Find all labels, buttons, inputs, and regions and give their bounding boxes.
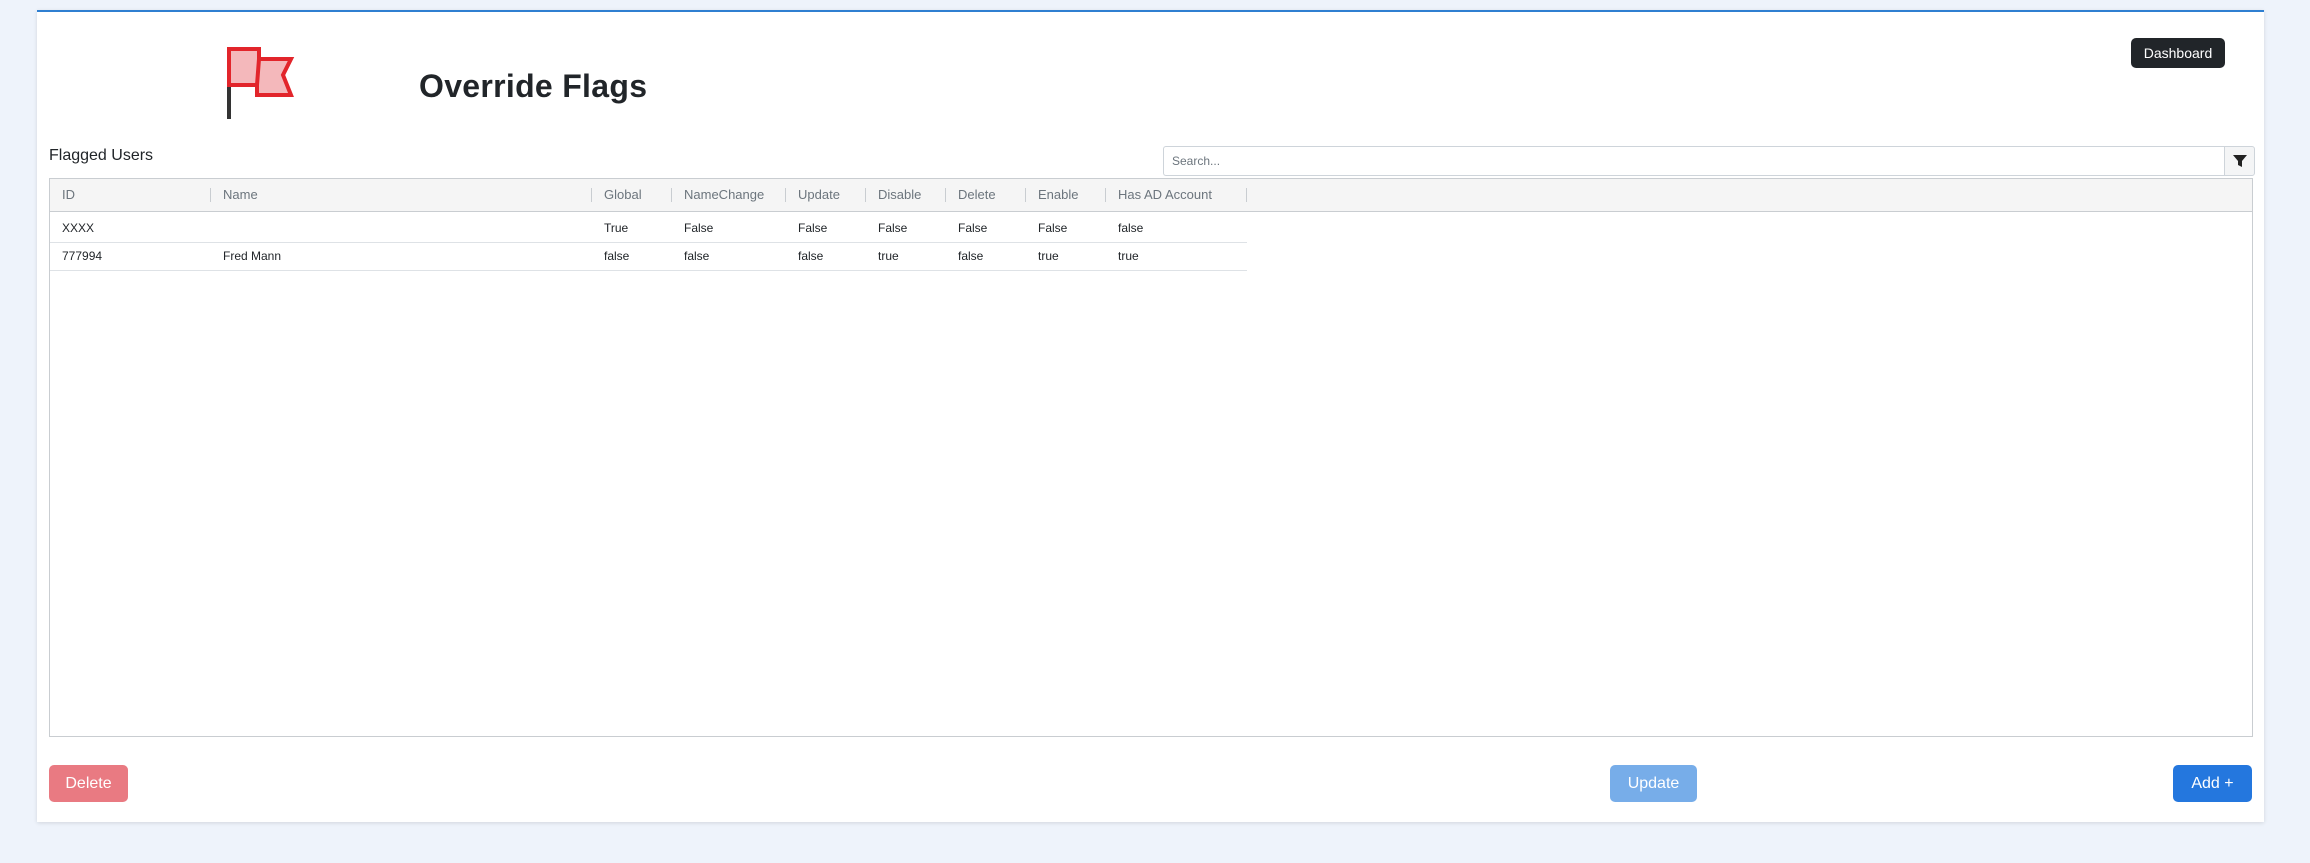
cell-has-ad-account: true <box>1118 249 1139 263</box>
flagged-users-table: ID Name Global NameChange Update Disable… <box>49 178 2253 737</box>
cell-enable: true <box>1038 249 1059 263</box>
table-header: ID Name Global NameChange Update Disable… <box>50 179 2252 212</box>
search-input[interactable] <box>1163 146 2224 176</box>
cell-disable: False <box>878 221 908 235</box>
column-header-global[interactable]: Global <box>592 179 672 211</box>
cell-disable: true <box>878 249 899 263</box>
table-row[interactable]: 777994 Fred Mann false false false true … <box>50 243 1247 271</box>
add-button[interactable]: Add + <box>2173 765 2252 802</box>
column-header-name[interactable]: Name <box>211 179 592 211</box>
filter-icon <box>2232 155 2247 167</box>
column-header-update[interactable]: Update <box>786 179 866 211</box>
column-header-has-ad-account[interactable]: Has AD Account <box>1106 179 1247 211</box>
delete-button[interactable]: Delete <box>49 765 128 802</box>
cell-name <box>211 215 592 242</box>
table-body: XXXX True False False False False False … <box>50 215 2252 271</box>
section-label: Flagged Users <box>49 147 154 164</box>
column-header-enable[interactable]: Enable <box>1026 179 1106 211</box>
cell-global: True <box>604 221 629 235</box>
column-header-id[interactable]: ID <box>50 179 211 211</box>
dashboard-button[interactable]: Dashboard <box>2131 38 2225 68</box>
cell-name: Fred Mann <box>223 249 282 263</box>
filter-button[interactable] <box>2224 146 2255 176</box>
cell-id: 777994 <box>62 249 103 263</box>
cell-has-ad-account: false <box>1118 221 1144 235</box>
cell-id: XXXX <box>62 221 95 235</box>
page-title: Override Flags <box>419 68 648 104</box>
flag-icon <box>227 47 295 119</box>
update-button[interactable]: Update <box>1610 765 1697 802</box>
cell-enable: False <box>1038 221 1068 235</box>
column-header-disable[interactable]: Disable <box>866 179 946 211</box>
cell-update: false <box>798 249 824 263</box>
column-header-namechange[interactable]: NameChange <box>672 179 786 211</box>
cell-namechange: False <box>684 221 714 235</box>
column-header-delete[interactable]: Delete <box>946 179 1026 211</box>
table-row[interactable]: XXXX True False False False False False … <box>50 215 1247 243</box>
cell-namechange: false <box>684 249 710 263</box>
main-card: Override Flags Dashboard Flagged Users I… <box>37 10 2264 822</box>
search-bar <box>1163 146 2255 176</box>
cell-delete: false <box>958 249 984 263</box>
cell-delete: False <box>958 221 988 235</box>
cell-update: False <box>798 221 828 235</box>
cell-global: false <box>604 249 630 263</box>
